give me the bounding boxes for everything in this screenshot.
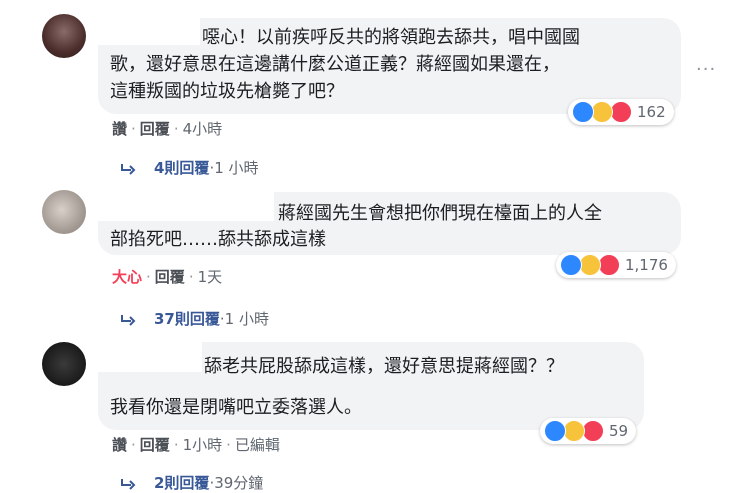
- haha-icon: [563, 420, 585, 442]
- reaction-count: 59: [609, 422, 629, 440]
- avatar[interactable]: [42, 190, 86, 234]
- timestamp[interactable]: 1小時: [183, 436, 223, 454]
- comment-bubble: 舔老共屁股舔成這樣，還好意思提蔣經國？？ 我看你還是閉嘴吧立委落選人。: [98, 342, 644, 430]
- name-redaction: [98, 342, 202, 372]
- name-redaction: [98, 18, 200, 45]
- timestamp[interactable]: 1天: [198, 268, 223, 286]
- comment-actions: 讚 · 回覆 · 4小時: [112, 120, 223, 138]
- replies-count[interactable]: 4則回覆: [154, 159, 209, 177]
- replies-count[interactable]: 37則回覆: [154, 310, 220, 328]
- comment-bubble: 蔣經國先生會想把你們現在檯面上的人全 部掐死吧……舔共舔成這樣: [98, 192, 681, 255]
- name-redaction: [98, 192, 274, 221]
- comment-text: 蔣經國先生會想把你們現在檯面上的人全: [278, 203, 602, 224]
- love-icon: [598, 254, 620, 276]
- reply-arrow-icon: [121, 314, 136, 326]
- comment-text: 我看你還是閉嘴吧立委落選人。: [110, 397, 362, 418]
- comment-text: 歌，還好意思在這邊講什麼公道正義？蔣經國如果還在，: [110, 54, 560, 75]
- like-icon: [544, 420, 566, 442]
- view-replies[interactable]: 2則回覆·39分鐘: [120, 472, 263, 493]
- comment-text: 舔老共屁股舔成這樣，還好意思提蔣經國？？: [204, 356, 564, 377]
- reply-button[interactable]: 回覆: [140, 120, 170, 138]
- avatar[interactable]: [42, 342, 86, 386]
- like-button[interactable]: 讚: [112, 436, 127, 454]
- reply-arrow-icon: [121, 478, 136, 490]
- replies-time: 1 小時: [214, 159, 259, 177]
- comment-text: 這種叛國的垃圾先槍斃了吧？: [110, 81, 344, 102]
- reaction-count: 162: [637, 103, 666, 121]
- comment-text: 噁心！以前疾呼反共的將領跑去舔共，唱中國國: [202, 27, 580, 48]
- like-button[interactable]: 讚: [112, 120, 127, 138]
- reply-arrow-icon: [121, 163, 136, 175]
- like-icon: [572, 101, 594, 123]
- reply-button[interactable]: 回覆: [140, 436, 170, 454]
- avatar[interactable]: [42, 14, 86, 58]
- haha-icon: [591, 101, 613, 123]
- love-button[interactable]: 大心: [112, 268, 142, 286]
- comment-text: 部掐死吧……舔共舔成這樣: [110, 229, 326, 250]
- replies-time: 1 小時: [224, 310, 269, 328]
- reaction-count: 1,176: [625, 256, 668, 274]
- replies-count[interactable]: 2則回覆: [154, 474, 209, 492]
- reaction-summary[interactable]: 1,176: [556, 252, 676, 278]
- like-icon: [560, 254, 582, 276]
- reaction-summary[interactable]: 59: [540, 418, 637, 444]
- view-replies[interactable]: 37則回覆·1 小時: [120, 308, 269, 329]
- timestamp[interactable]: 4小時: [183, 120, 223, 138]
- reply-button[interactable]: 回覆: [155, 268, 185, 286]
- love-icon: [582, 420, 604, 442]
- view-replies[interactable]: 4則回覆·1 小時: [120, 157, 259, 178]
- replies-time: 39分鐘: [214, 474, 264, 492]
- comment-actions: 讚 · 回覆 · 1小時 · 已編輯: [112, 436, 280, 454]
- love-icon: [610, 101, 632, 123]
- comment-actions: 大心 · 回覆 · 1天: [112, 268, 223, 286]
- more-options-icon[interactable]: ···: [696, 59, 716, 80]
- haha-icon: [579, 254, 601, 276]
- reaction-summary[interactable]: 162: [568, 99, 674, 125]
- edited-label[interactable]: 已編輯: [235, 436, 280, 454]
